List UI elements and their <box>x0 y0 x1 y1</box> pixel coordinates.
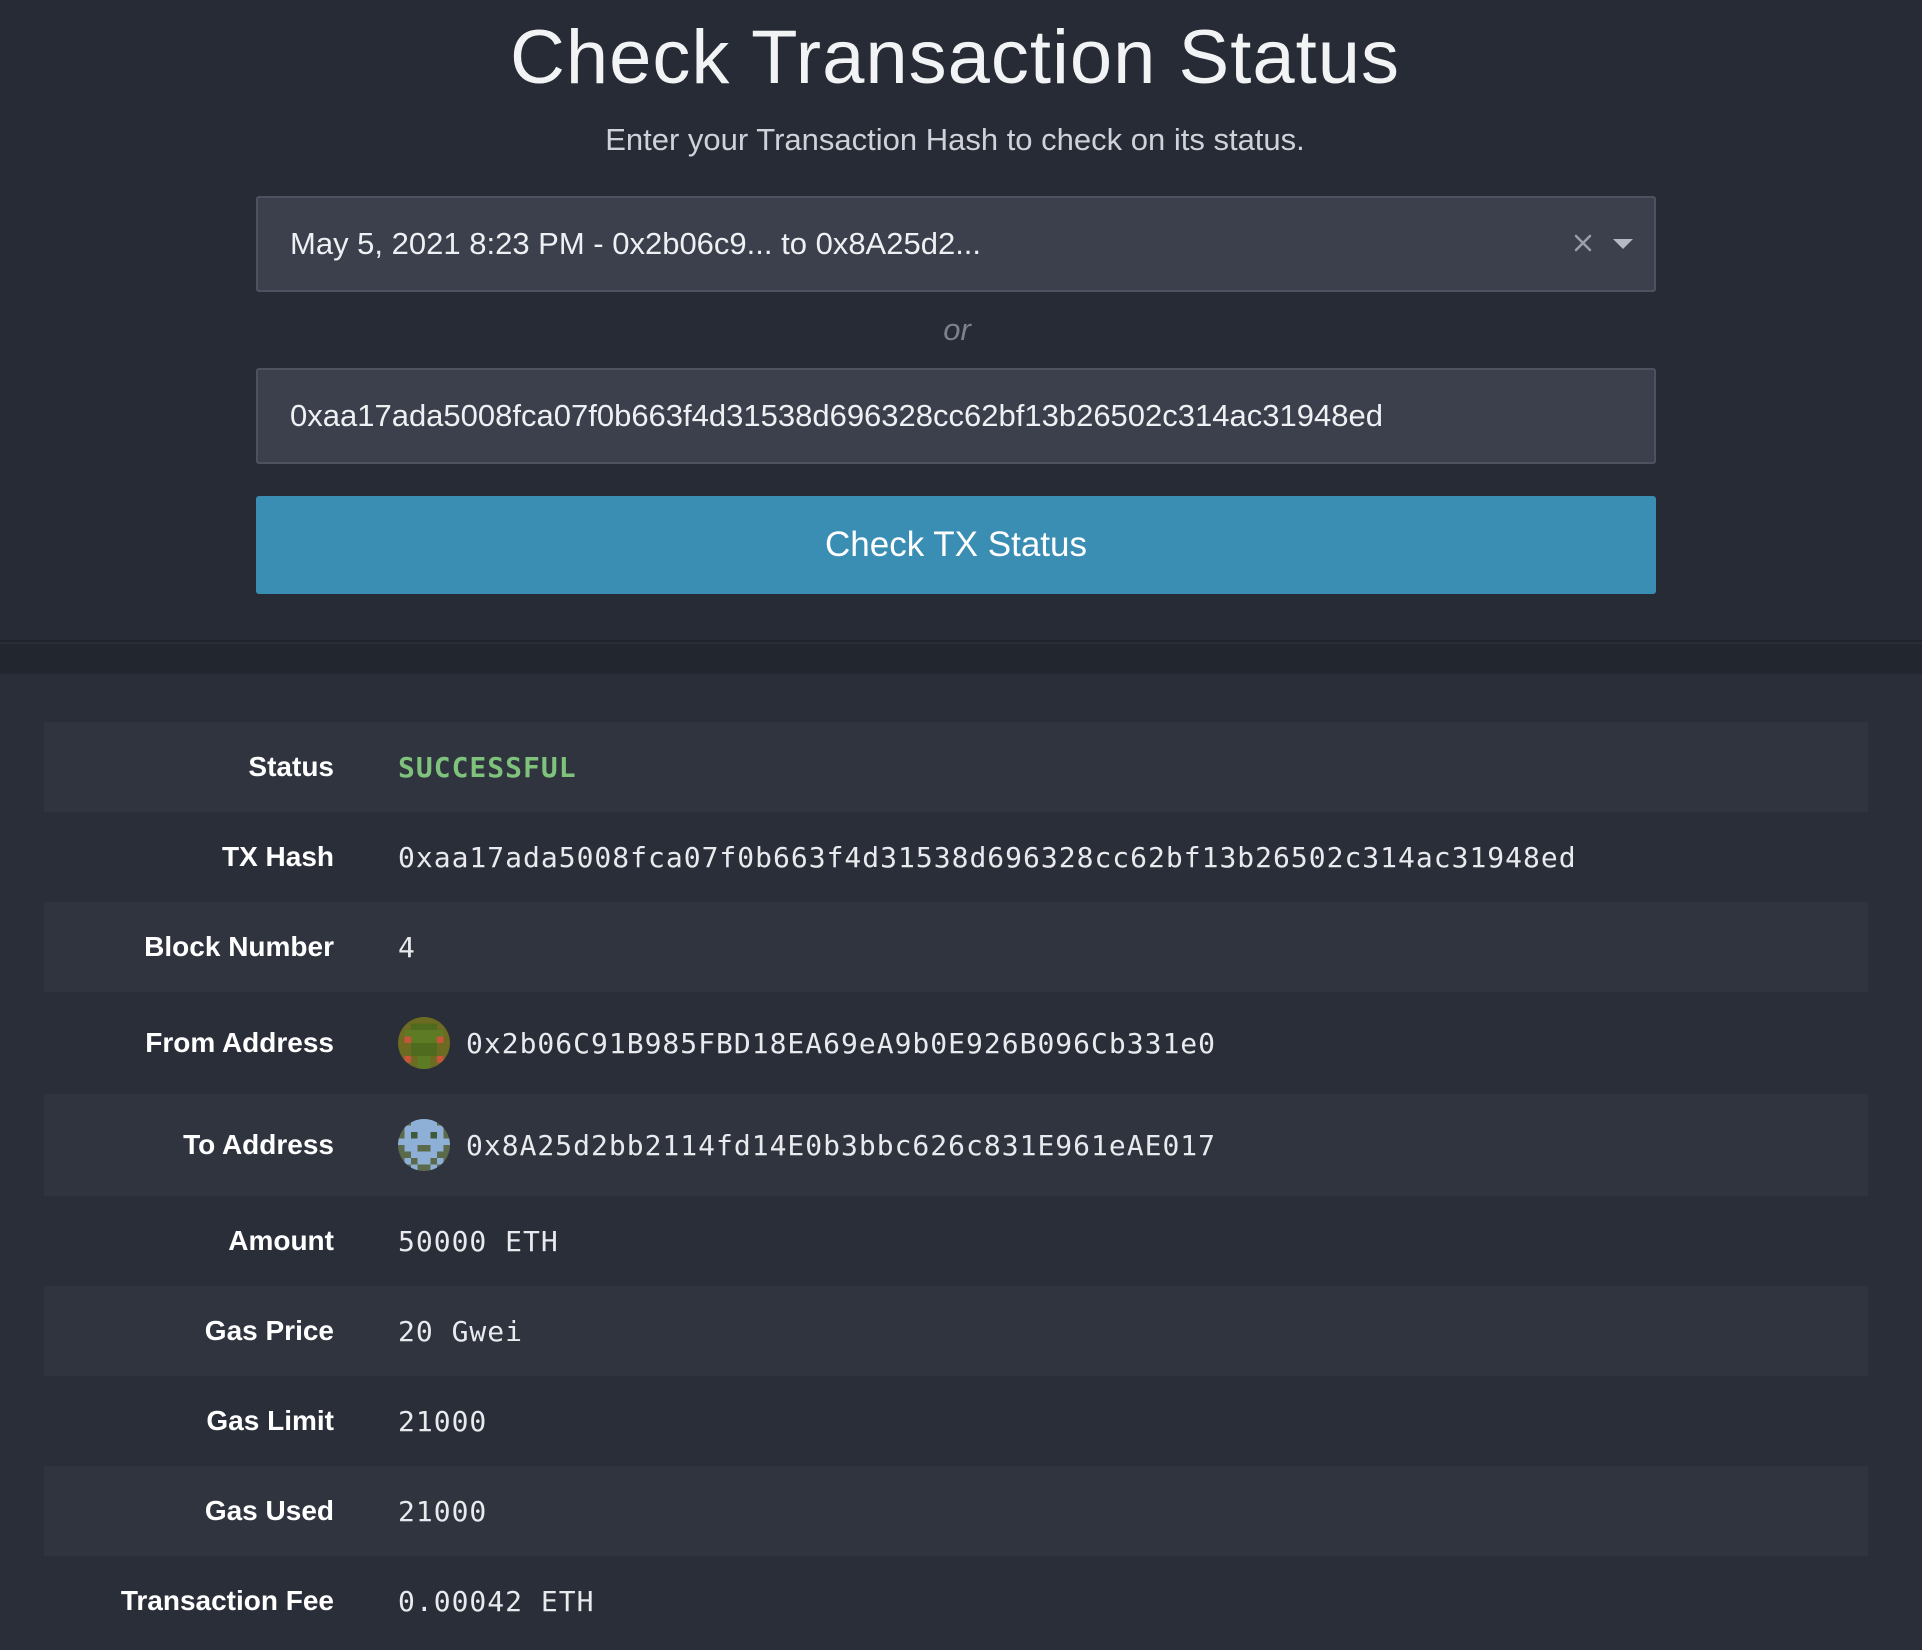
gas-used-label: Gas Used <box>204 1495 334 1526</box>
from-address-cell: 0x2b06C91B985FBD18EA69eA9b0E926B096Cb331… <box>398 992 1216 1094</box>
detail-row-transaction-fee: Transaction Fee 0.00042 ETH <box>44 1556 1868 1646</box>
section-divider <box>0 644 1922 674</box>
gas-limit-value: 21000 <box>398 1404 488 1438</box>
check-tx-status-button[interactable]: Check TX Status <box>256 496 1656 594</box>
detail-row-to-address: To Address 0x8A25d2bb2114fd14E0b3bbc626c… <box>44 1094 1868 1196</box>
gas-used-value: 21000 <box>398 1494 488 1528</box>
detail-row-tx-hash: TX Hash 0xaa17ada5008fca07f0b663f4d31538… <box>44 812 1868 902</box>
to-identicon <box>398 1119 450 1171</box>
block-number-value: 4 <box>398 930 416 964</box>
from-address-value: 0x2b06C91B985FBD18EA69eA9b0E926B096Cb331… <box>466 1026 1217 1060</box>
chevron-down-icon[interactable] <box>1610 234 1636 254</box>
to-address-label: To Address <box>183 1129 334 1160</box>
detail-row-from-address: From Address 0x2b06C91B985FBD18EA69eA9b0… <box>44 992 1868 1094</box>
status-label: Status <box>248 751 334 782</box>
page-subtitle: Enter your Transaction Hash to check on … <box>605 122 1305 157</box>
tx-hash-label: TX Hash <box>221 841 334 872</box>
detail-row-status: Status SUCCESSFUL <box>44 722 1868 812</box>
status-badge: SUCCESSFUL <box>398 750 577 784</box>
detail-row-block-number: Block Number 4 <box>44 902 1868 992</box>
block-number-label: Block Number <box>144 931 334 962</box>
transaction-select-value: May 5, 2021 8:23 PM - 0x2b06c9... to 0x8… <box>290 226 982 261</box>
amount-value: 50000 ETH <box>398 1224 559 1258</box>
transaction-fee-value: 0.00042 ETH <box>398 1584 595 1618</box>
transaction-details-table: Status SUCCESSFUL TX Hash 0xaa17ada5008f… <box>44 722 1868 1646</box>
gas-price-value: 20 Gwei <box>398 1314 524 1348</box>
tx-hash-input[interactable] <box>256 368 1656 464</box>
amount-label: Amount <box>228 1225 334 1256</box>
tx-hash-value: 0xaa17ada5008fca07f0b663f4d31538d696328c… <box>398 840 1577 874</box>
gas-limit-label: Gas Limit <box>206 1405 334 1436</box>
gas-price-label: Gas Price <box>204 1315 334 1346</box>
detail-row-gas-price: Gas Price 20 Gwei <box>44 1286 1868 1376</box>
check-status-panel: Check Transaction Status Enter your Tran… <box>0 0 1922 642</box>
detail-row-gas-limit: Gas Limit 21000 <box>44 1376 1868 1466</box>
from-address-label: From Address <box>145 1027 334 1058</box>
transaction-select[interactable]: May 5, 2021 8:23 PM - 0x2b06c9... to 0x8… <box>256 196 1656 292</box>
to-address-cell: 0x8A25d2bb2114fd14E0b3bbc626c831E961eAE0… <box>398 1094 1216 1196</box>
from-identicon <box>398 1017 450 1069</box>
close-icon[interactable] <box>1568 228 1598 258</box>
page-title: Check Transaction Status <box>510 15 1400 100</box>
or-divider-text: or <box>943 312 971 347</box>
detail-row-amount: Amount 50000 ETH <box>44 1196 1868 1286</box>
to-address-value: 0x8A25d2bb2114fd14E0b3bbc626c831E961eAE0… <box>466 1128 1217 1162</box>
transaction-fee-label: Transaction Fee <box>120 1585 334 1616</box>
detail-row-gas-used: Gas Used 21000 <box>44 1466 1868 1556</box>
